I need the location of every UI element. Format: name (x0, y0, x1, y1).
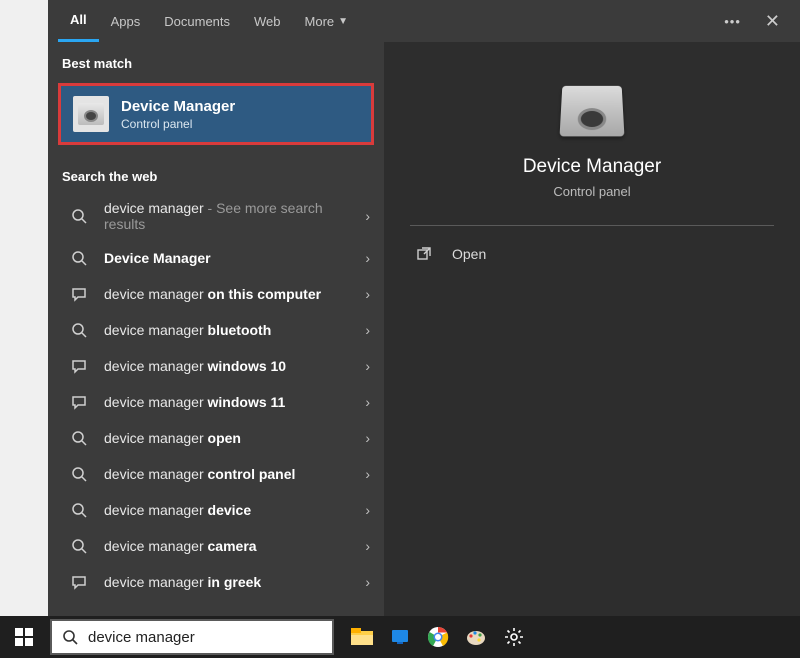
start-button[interactable] (0, 616, 48, 658)
web-result-row[interactable]: device manager open› (48, 420, 384, 456)
result-text: device manager windows 11 (104, 394, 357, 410)
best-match-result[interactable]: Device Manager Control panel (58, 83, 374, 145)
section-search-web: Search the web (48, 155, 384, 192)
result-text: device manager open (104, 430, 357, 446)
chevron-right-icon[interactable]: › (357, 430, 370, 446)
result-text: device manager camera (104, 538, 357, 554)
chevron-right-icon[interactable]: › (357, 466, 370, 482)
windows-logo-icon (15, 628, 33, 646)
result-text: device manager in greek (104, 574, 357, 590)
result-text: device manager on this computer (104, 286, 357, 302)
chevron-right-icon[interactable]: › (357, 358, 370, 374)
web-result-row[interactable]: device manager windows 11› (48, 384, 384, 420)
result-text: device manager - See more search results (104, 200, 357, 232)
web-result-row[interactable]: device manager in greek› (48, 564, 384, 600)
preview-pane: Device Manager Control panel Open (384, 42, 800, 616)
web-result-row[interactable]: device manager on this computer› (48, 276, 384, 312)
section-best-match: Best match (48, 42, 384, 79)
taskbar (0, 616, 800, 658)
chevron-right-icon[interactable]: › (357, 502, 370, 518)
taskbar-settings[interactable] (500, 623, 528, 651)
device-manager-icon (73, 96, 109, 132)
result-text: device manager device (104, 502, 357, 518)
best-match-title: Device Manager (121, 98, 235, 115)
search-icon (68, 502, 90, 518)
open-action[interactable]: Open (410, 236, 774, 272)
search-input[interactable] (88, 629, 322, 646)
web-result-row[interactable]: device manager windows 10› (48, 348, 384, 384)
chat-icon (68, 358, 90, 374)
chevron-right-icon[interactable]: › (357, 574, 370, 590)
taskbar-app-icons (348, 623, 528, 651)
open-icon (416, 246, 436, 262)
best-match-subtitle: Control panel (121, 117, 235, 131)
search-icon (68, 466, 90, 482)
chat-icon (68, 286, 90, 302)
preview-device-manager-icon (560, 86, 625, 137)
results-column: Best match Device Manager Control panel … (48, 42, 384, 616)
divider (410, 225, 774, 226)
taskbar-paint[interactable] (462, 623, 490, 651)
search-icon (68, 322, 90, 338)
chevron-right-icon[interactable]: › (357, 394, 370, 410)
search-icon (68, 208, 90, 224)
web-result-row[interactable]: device manager bluetooth› (48, 312, 384, 348)
tab-web[interactable]: Web (242, 0, 293, 42)
taskbar-search[interactable] (50, 619, 334, 655)
result-text: device manager bluetooth (104, 322, 357, 338)
tab-more-label: More (305, 14, 335, 29)
result-text: Device Manager (104, 250, 357, 266)
web-result-row[interactable]: device manager camera› (48, 528, 384, 564)
open-label: Open (452, 246, 486, 262)
search-panel: All Apps Documents Web More ▼ ••• ✕ Best… (48, 0, 800, 616)
web-result-row[interactable]: Device Manager› (48, 240, 384, 276)
search-icon (68, 250, 90, 266)
chevron-right-icon[interactable]: › (357, 322, 370, 338)
chat-icon (68, 574, 90, 590)
preview-subtitle: Control panel (410, 184, 774, 199)
taskbar-edge[interactable] (386, 623, 414, 651)
taskbar-file-explorer[interactable] (348, 623, 376, 651)
taskbar-chrome[interactable] (424, 623, 452, 651)
chevron-right-icon[interactable]: › (357, 538, 370, 554)
search-icon (68, 538, 90, 554)
web-result-row[interactable]: device manager control panel› (48, 456, 384, 492)
result-text: device manager control panel (104, 466, 357, 482)
web-result-row[interactable]: device manager device› (48, 492, 384, 528)
result-text: device manager windows 10 (104, 358, 357, 374)
close-button[interactable]: ✕ (755, 11, 790, 32)
tab-bar: All Apps Documents Web More ▼ ••• ✕ (48, 0, 800, 42)
tab-all[interactable]: All (58, 0, 99, 42)
search-icon (68, 430, 90, 446)
preview-title: Device Manager (410, 156, 774, 178)
web-result-row[interactable]: device manager - See more search results… (48, 192, 384, 240)
tab-documents[interactable]: Documents (152, 0, 242, 42)
chevron-down-icon: ▼ (338, 16, 348, 27)
search-icon (62, 629, 78, 645)
tab-more[interactable]: More ▼ (293, 0, 361, 42)
more-options-button[interactable]: ••• (710, 14, 755, 29)
chevron-right-icon[interactable]: › (357, 286, 370, 302)
chevron-right-icon[interactable]: › (357, 250, 370, 266)
chat-icon (68, 394, 90, 410)
chevron-right-icon[interactable]: › (357, 208, 370, 224)
tab-apps[interactable]: Apps (99, 0, 153, 42)
